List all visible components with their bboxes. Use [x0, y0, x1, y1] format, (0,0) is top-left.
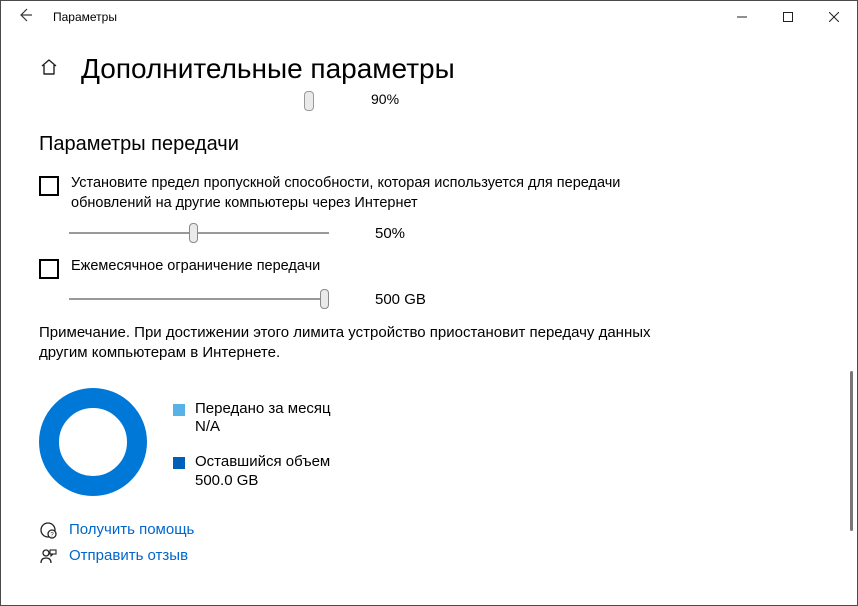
checkbox-bandwidth-limit[interactable] [39, 176, 59, 196]
feedback-link-text: Отправить отзыв [69, 547, 188, 564]
titlebar: Параметры [1, 1, 857, 33]
option-text: Ежемесячное ограничение передачи [71, 257, 320, 277]
page-header: Дополнительные параметры [1, 33, 857, 91]
slider-thumb-icon[interactable] [304, 91, 314, 111]
legend-text: Передано за месяц N/A [195, 400, 331, 438]
swatch-icon [173, 457, 185, 469]
window-controls [719, 1, 857, 33]
legend-text: Оставшийся объем 500.0 GB [195, 453, 330, 491]
section-title: Параметры передачи [39, 133, 819, 156]
legend-uploaded: Передано за месяц N/A [173, 400, 331, 438]
legend-uploaded-value: N/A [195, 418, 220, 435]
page-title: Дополнительные параметры [81, 53, 455, 85]
legend-uploaded-label: Передано за месяц [195, 400, 331, 417]
slider-thumb-icon[interactable] [189, 223, 198, 243]
donut-chart-icon [39, 388, 147, 496]
slider-track [69, 298, 329, 300]
help-link-text: Получить помощь [69, 521, 194, 538]
slider-bandwidth: 50% [69, 223, 819, 243]
home-icon[interactable] [39, 57, 59, 82]
help-icon: ? [39, 521, 57, 539]
slider-monthly: 500 GB [69, 289, 819, 309]
swatch-icon [173, 404, 185, 416]
content-area: 90% Параметры передачи Установите предел… [1, 91, 857, 606]
legend-remaining-label: Оставшийся объем [195, 453, 330, 470]
checkbox-monthly-limit[interactable] [39, 259, 59, 279]
legend-remaining: Оставшийся объем 500.0 GB [173, 453, 331, 491]
monthly-slider[interactable] [69, 289, 329, 309]
option-monthly-limit: Ежемесячное ограничение передачи [39, 257, 819, 279]
previous-slider-value: 90% [371, 91, 399, 107]
back-button[interactable] [11, 3, 39, 32]
option-bandwidth-limit: Установите предел пропускной способности… [39, 174, 819, 213]
previous-slider-remnant: 90% [39, 91, 819, 117]
scrollbar[interactable] [850, 371, 853, 531]
settings-window: Параметры Дополнительные параметры 90% П… [0, 0, 858, 606]
close-button[interactable] [811, 1, 857, 33]
titlebar-left: Параметры [11, 3, 117, 32]
help-link[interactable]: ? Получить помощь [39, 521, 819, 539]
footer-links: ? Получить помощь Отправить отзыв [39, 521, 819, 565]
maximize-button[interactable] [765, 1, 811, 33]
option-text: Установите предел пропускной способности… [71, 174, 631, 213]
legend: Передано за месяц N/A Оставшийся объем 5… [173, 400, 331, 507]
app-title: Параметры [53, 10, 117, 24]
legend-remaining-value: 500.0 GB [195, 472, 258, 489]
feedback-link[interactable]: Отправить отзыв [39, 547, 819, 565]
slider-thumb-icon[interactable] [320, 289, 329, 309]
note-text: Примечание. При достижении этого лимита … [39, 323, 679, 364]
minimize-button[interactable] [719, 1, 765, 33]
bandwidth-slider[interactable] [69, 223, 329, 243]
monthly-value: 500 GB [375, 291, 426, 308]
bandwidth-value: 50% [375, 225, 405, 242]
slider-track [69, 232, 329, 234]
usage-chart-block: Передано за месяц N/A Оставшийся объем 5… [39, 388, 819, 507]
feedback-icon [39, 547, 57, 565]
